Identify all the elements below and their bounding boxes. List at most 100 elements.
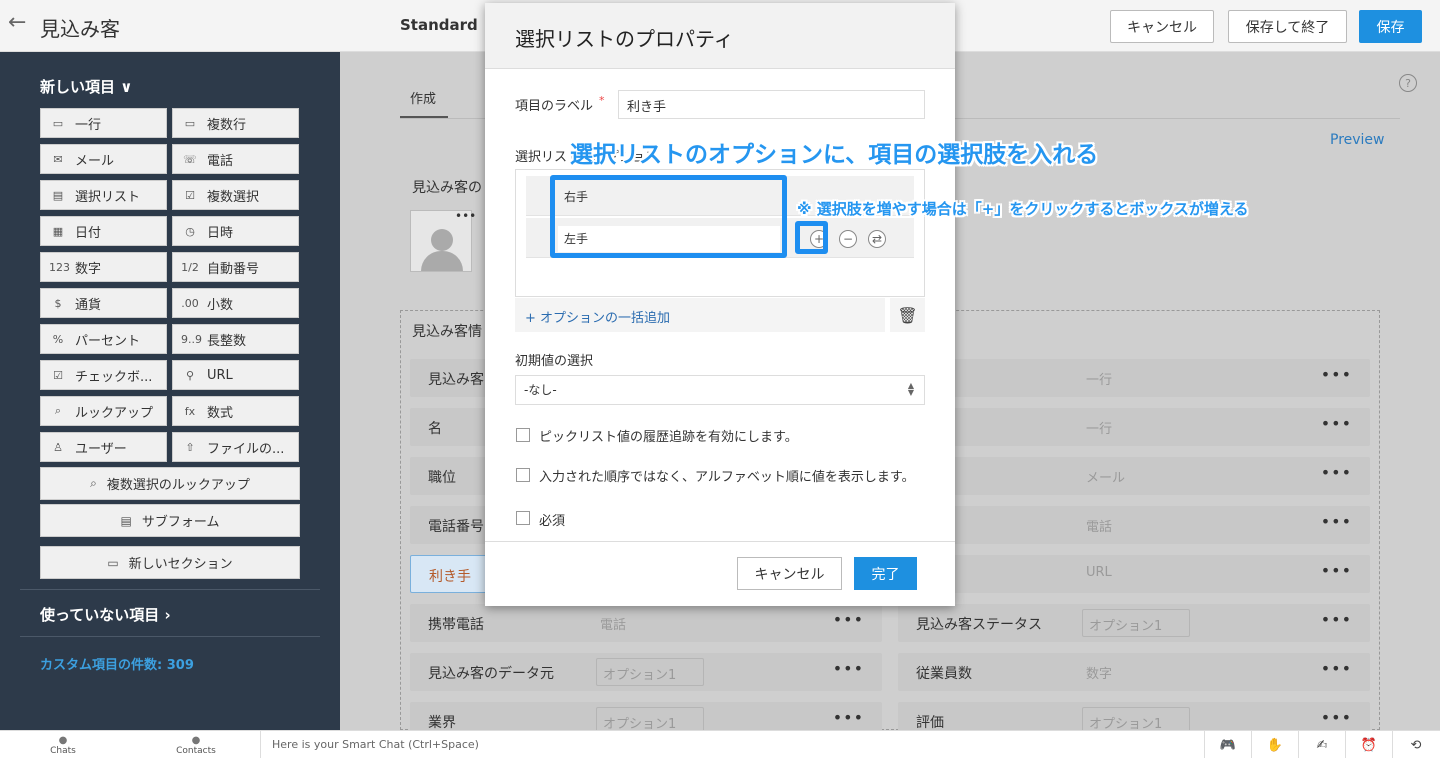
field-type-label: 選択リスト xyxy=(75,189,141,205)
help-icon[interactable]: ? xyxy=(1399,74,1417,92)
back-arrow-icon[interactable]: ← xyxy=(8,10,26,35)
field-row[interactable]: 携帯電話 電話 ••• xyxy=(410,604,882,642)
picklist-properties-dialog: 選択リストのプロパティ 項目のラベル * 利き手 選択リストのオプション 右手 … xyxy=(485,3,955,606)
layout-name: Standard xyxy=(400,16,478,34)
chats-button[interactable]: ● Chats xyxy=(48,735,78,756)
field-label: 見込み客のデータ元 xyxy=(428,666,554,682)
field-type-button[interactable]: 1/2 自動番号 xyxy=(172,252,299,282)
field-row[interactable]: メール ••• xyxy=(898,457,1370,495)
smart-chat-input[interactable]: Here is your Smart Chat (Ctrl+Space) xyxy=(260,731,1204,758)
history-tracking-label: ピックリスト値の履歴追跡を有効にします。 xyxy=(539,430,798,445)
field-type-button[interactable]: 9..9 長整数 xyxy=(172,324,299,354)
avatar[interactable]: ••• xyxy=(410,209,476,272)
save-close-button[interactable]: 保存して終了 xyxy=(1228,10,1347,43)
field-type-button[interactable]: ✉ メール xyxy=(40,144,167,174)
subform-field-button[interactable]: ▤ サブフォーム xyxy=(40,504,300,537)
new-section-label: 新しいセクション xyxy=(128,557,233,572)
row-menu-icon[interactable]: ••• xyxy=(1321,463,1352,482)
required-mark: * xyxy=(599,94,605,107)
row-menu-icon[interactable]: ••• xyxy=(833,708,864,727)
field-type-button[interactable]: ▭ 一行 xyxy=(40,108,167,138)
section-icon: ▭ xyxy=(107,555,119,570)
subform-icon: ▤ xyxy=(120,513,132,528)
field-select: オプション1 xyxy=(596,658,704,686)
multi-lookup-field-button[interactable]: ⌕ 複数選択のルックアップ xyxy=(40,467,300,500)
row-menu-icon[interactable]: ••• xyxy=(1321,512,1352,531)
field-label: 見込み客ステータス xyxy=(916,617,1042,633)
contacts-button[interactable]: ● Contacts xyxy=(176,735,216,756)
field-type-icon: ⇧ xyxy=(185,440,195,454)
dialog-done-button[interactable]: 完了 xyxy=(854,557,917,590)
field-type-button[interactable]: ⌕ ルックアップ xyxy=(40,396,167,426)
history-tracking-checkbox[interactable] xyxy=(516,428,530,442)
field-type-button[interactable]: ▦ 日付 xyxy=(40,216,167,246)
row-menu-icon[interactable]: ••• xyxy=(833,610,864,629)
field-type-button[interactable]: ▭ 複数行 xyxy=(172,108,299,138)
required-checkbox[interactable] xyxy=(516,511,530,525)
row-menu-icon[interactable]: ••• xyxy=(1321,414,1352,433)
field-type-button[interactable]: 123 数字 xyxy=(40,252,167,282)
field-row[interactable]: 電話 ••• xyxy=(898,506,1370,544)
field-type-button[interactable]: % パーセント xyxy=(40,324,167,354)
row-menu-icon[interactable]: ••• xyxy=(1321,365,1352,384)
new-section-button[interactable]: ▭ 新しいセクション xyxy=(40,546,300,579)
signature-icon[interactable]: ✍ xyxy=(1298,731,1345,758)
field-type-label: ルックアップ xyxy=(75,405,154,421)
history-icon[interactable]: ⟲ xyxy=(1392,731,1439,758)
field-label-input[interactable]: 利き手 xyxy=(618,90,925,119)
field-type-button[interactable]: ☑ チェックボ... xyxy=(40,360,167,390)
field-sidebar: 新しい項目 ∨ ▭ 一行 ▭ 複数行 ✉ メール ☏ 電話 ▤ 選択リスト ☑ 複数選択 ▦ 日付 ◷ 日時 1… xyxy=(0,52,340,730)
field-type-button[interactable]: .00 小数 xyxy=(172,288,299,318)
save-button[interactable]: 保存 xyxy=(1359,10,1422,43)
field-type-icon: ☑ xyxy=(185,188,195,202)
dialog-cancel-button[interactable]: キャンセル xyxy=(737,557,842,590)
field-row[interactable]: 一行 ••• xyxy=(898,408,1370,446)
row-menu-icon[interactable]: ••• xyxy=(1321,610,1352,629)
field-row[interactable]: 見込み客ステータス オプション1 ••• xyxy=(898,604,1370,642)
multi-lookup-icon: ⌕ xyxy=(90,476,97,490)
field-type-button[interactable]: $ 通貨 xyxy=(40,288,167,318)
avatar-head xyxy=(431,229,453,251)
field-type-button[interactable]: ♙ ユーザー xyxy=(40,432,167,462)
field-type-button[interactable]: ◷ 日時 xyxy=(172,216,299,246)
field-type-icon: ♙ xyxy=(53,440,63,454)
avatar-menu-icon[interactable]: ••• xyxy=(455,209,476,223)
swap-option-icon[interactable]: ⇄ xyxy=(868,230,886,248)
field-type-button[interactable]: ☑ 複数選択 xyxy=(172,180,299,210)
new-fields-header[interactable]: 新しい項目 ∨ xyxy=(40,76,132,97)
bulk-add-options-link[interactable]: + オプションの一括追加 xyxy=(515,298,885,332)
field-type-button[interactable]: fx 数式 xyxy=(172,396,299,426)
alphabetical-order-checkbox[interactable] xyxy=(516,468,530,482)
field-type-icon: ✉ xyxy=(53,152,63,166)
chat-bar: ● Chats ● Contacts Here is your Smart Chat… xyxy=(0,730,1440,758)
game-controller-icon[interactable]: 🎮 xyxy=(1204,731,1251,758)
field-type-button[interactable]: ☏ 電話 xyxy=(172,144,299,174)
default-value-select[interactable]: -なし- ▲ ▼ xyxy=(515,375,925,405)
field-row[interactable]: 従業員数 数字 ••• xyxy=(898,653,1370,691)
field-type-button[interactable]: ⇧ ファイルの... xyxy=(172,432,299,462)
trash-icon[interactable]: 🗑 xyxy=(890,298,925,332)
raise-hand-icon[interactable]: ✋ xyxy=(1251,731,1298,758)
row-menu-icon[interactable]: ••• xyxy=(1321,561,1352,580)
field-type-icon: ◷ xyxy=(185,224,195,238)
field-type-button[interactable]: ⚲ URL xyxy=(172,360,299,390)
remove-option-icon[interactable]: − xyxy=(839,230,857,248)
divider xyxy=(20,636,320,637)
alarm-clock-icon[interactable]: ⏰ xyxy=(1345,731,1392,758)
field-type-icon: ▤ xyxy=(52,188,64,202)
row-menu-icon[interactable]: ••• xyxy=(1321,659,1352,678)
field-row[interactable]: イトURL••• xyxy=(898,555,1370,593)
field-row[interactable]: 一行 ••• xyxy=(898,359,1370,397)
row-menu-icon[interactable]: ••• xyxy=(833,659,864,678)
add-button-highlight-box xyxy=(795,221,828,254)
cancel-button[interactable]: キャンセル xyxy=(1110,10,1214,43)
field-label: 職位 xyxy=(428,470,456,486)
unused-fields-header[interactable]: 使っていない項目 › xyxy=(40,604,171,625)
field-type-icon: fx xyxy=(184,404,196,418)
field-row[interactable]: 見込み客のデータ元 オプション1 ••• xyxy=(410,653,882,691)
tab-create[interactable]: 作成 xyxy=(410,88,436,107)
row-menu-icon[interactable]: ••• xyxy=(1321,708,1352,727)
field-type: メール xyxy=(1086,471,1126,486)
field-type-button[interactable]: ▤ 選択リスト xyxy=(40,180,167,210)
preview-link[interactable]: Preview xyxy=(1330,132,1385,148)
